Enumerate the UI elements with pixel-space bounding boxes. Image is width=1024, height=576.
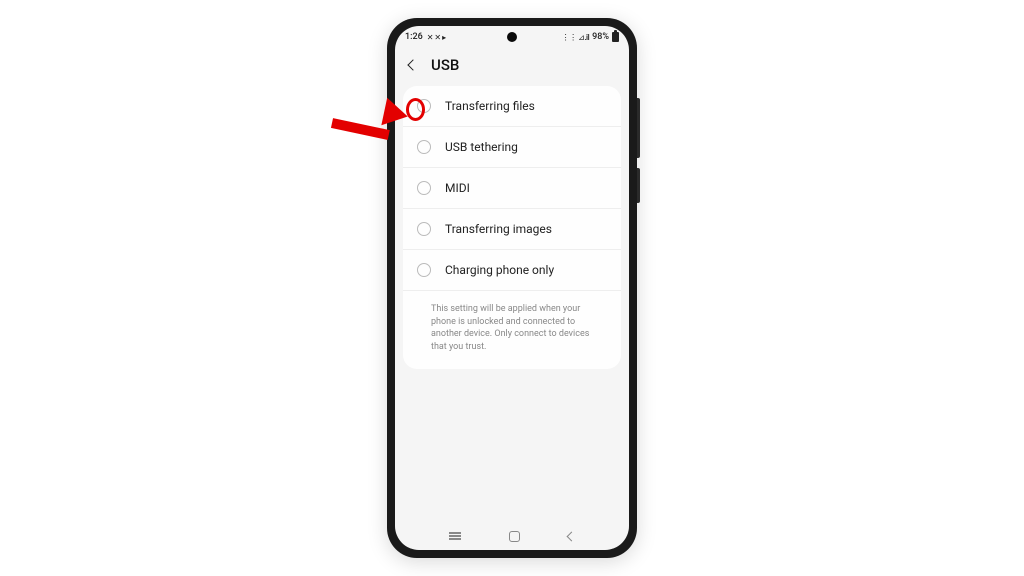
- radio-icon: [417, 181, 431, 195]
- option-charging-only[interactable]: Charging phone only: [403, 250, 621, 291]
- nav-back-button[interactable]: [568, 533, 575, 540]
- option-label: USB tethering: [445, 140, 518, 154]
- option-label: Charging phone only: [445, 263, 554, 277]
- camera-cutout: [507, 32, 517, 42]
- option-label: Transferring files: [445, 99, 535, 113]
- power-button: [637, 168, 640, 203]
- option-label: MIDI: [445, 181, 470, 195]
- help-text: This setting will be applied when your p…: [403, 291, 621, 369]
- option-transferring-images[interactable]: Transferring images: [403, 209, 621, 250]
- phone-device-frame: 1:26 ✕ ✕ ▸ ⋮⋮ ⊿.il 98% USB Transferring …: [387, 18, 637, 558]
- back-button[interactable]: [409, 61, 417, 69]
- nav-home-button[interactable]: [509, 531, 520, 542]
- status-time: 1:26: [405, 32, 423, 42]
- radio-icon: [417, 222, 431, 236]
- back-icon: [567, 531, 577, 541]
- phone-screen: 1:26 ✕ ✕ ▸ ⋮⋮ ⊿.il 98% USB Transferring …: [395, 26, 629, 550]
- radio-icon: [417, 140, 431, 154]
- status-battery-text: 98%: [592, 32, 609, 42]
- page-title: USB: [431, 56, 459, 74]
- option-usb-tethering[interactable]: USB tethering: [403, 127, 621, 168]
- status-notification-icons: ✕ ✕ ▸: [427, 33, 446, 42]
- option-label: Transferring images: [445, 222, 552, 236]
- option-transferring-files[interactable]: Transferring files: [403, 86, 621, 127]
- radio-icon: [417, 263, 431, 277]
- volume-button: [637, 98, 640, 158]
- page-header: USB: [395, 48, 629, 86]
- battery-icon: [612, 32, 619, 42]
- chevron-left-icon: [407, 59, 418, 70]
- home-icon: [509, 531, 520, 542]
- option-midi[interactable]: MIDI: [403, 168, 621, 209]
- nav-recents-button[interactable]: [449, 535, 461, 537]
- android-nav-bar: [395, 522, 629, 550]
- recents-icon: [449, 535, 461, 537]
- status-signal-icons: ⋮⋮ ⊿.il: [562, 33, 590, 42]
- usb-options-card: Transferring files USB tethering MIDI Tr…: [403, 86, 621, 369]
